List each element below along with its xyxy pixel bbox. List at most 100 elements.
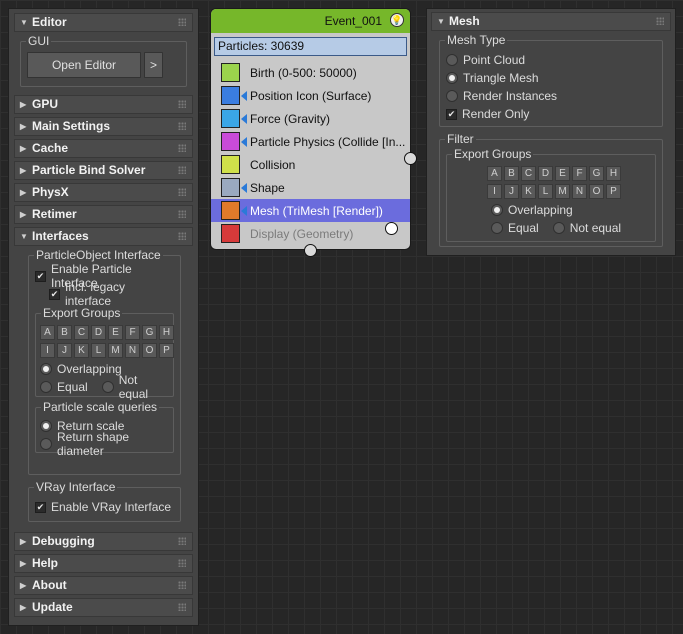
export-group-toggle[interactable]: A [40,325,55,340]
rollout-physx[interactable]: ▶ PhysX [14,183,193,202]
export-group-toggle[interactable]: O [142,343,157,358]
operator-force[interactable]: Force (Gravity) [211,107,410,130]
render-only-checkbox[interactable]: ✔ [446,108,457,120]
export-group-toggle[interactable]: L [538,184,553,199]
radio-label: Overlapping [57,362,122,376]
export-group-toggle[interactable]: B [504,166,519,181]
export-group-toggle[interactable]: P [159,343,174,358]
open-editor-button[interactable]: Open Editor [27,52,141,78]
rollout-list: ▶ GPU ▶ Main Settings ▶ Cache ▶ Particle Bind S… [14,95,193,224]
drag-grip-icon[interactable] [178,603,186,611]
export-group-toggle[interactable]: H [606,166,621,181]
drag-grip-icon[interactable] [178,537,186,545]
operator-display[interactable]: Display (Geometry) [211,222,410,245]
drag-grip-icon[interactable] [178,232,186,240]
drag-grip-icon[interactable] [656,17,664,25]
export-group-toggle[interactable]: A [487,166,502,181]
drag-grip-icon[interactable] [178,122,186,130]
operator-shape[interactable]: Shape [211,176,410,199]
rollout-particle-bind-solver[interactable]: ▶ Particle Bind Solver [14,161,193,180]
export-group-toggle[interactable]: K [74,343,89,358]
export-group-toggle[interactable]: J [57,343,72,358]
drag-grip-icon[interactable] [178,559,186,567]
rollout-about[interactable]: ▶ About [14,576,193,595]
legacy-interface-checkbox[interactable]: ✔ [49,288,60,300]
point-cloud-row[interactable]: Point Cloud [446,51,656,69]
triangle-mesh-row[interactable]: Triangle Mesh [446,69,656,87]
triangle-mesh-radio[interactable] [446,72,458,84]
overlapping-radio[interactable] [40,363,52,375]
rollout-update[interactable]: ▶ Update [14,598,193,617]
rollout-mesh[interactable]: ▼ Mesh [431,12,671,31]
export-group-toggle[interactable]: D [538,166,553,181]
export-group-toggle[interactable]: O [589,184,604,199]
render-only-row[interactable]: ✔ Render Only [446,105,656,123]
enable-vray-checkbox[interactable]: ✔ [35,501,46,513]
rollout-interfaces[interactable]: ▼ Interfaces [14,227,193,246]
return-shape-radio[interactable] [40,438,52,450]
rollout-gpu[interactable]: ▶ GPU [14,95,193,114]
drag-grip-icon[interactable] [178,144,186,152]
render-instances-row[interactable]: Render Instances [446,87,656,105]
equal-radio[interactable] [40,381,52,393]
overlapping-row[interactable]: Overlapping [451,201,651,219]
display-output-socket[interactable] [385,222,398,235]
export-group-toggle[interactable]: C [74,325,89,340]
operator-birth[interactable]: Birth (0-500: 50000) [211,61,410,84]
legacy-row[interactable]: ✔ Incl. legacy interface [35,280,174,308]
export-group-toggle[interactable]: M [108,343,123,358]
operator-particle-physics[interactable]: Particle Physics (Collide [In... [211,130,410,153]
rollout-debugging[interactable]: ▶ Debugging [14,532,193,551]
export-group-toggle[interactable]: G [142,325,157,340]
not-equal-radio[interactable] [552,222,565,234]
not-equal-radio[interactable] [101,381,114,393]
export-group-toggle[interactable]: L [91,343,106,358]
drag-grip-icon[interactable] [178,188,186,196]
export-group-toggle[interactable]: P [606,184,621,199]
enable-particle-checkbox[interactable]: ✔ [35,270,46,282]
position-icon-icon [221,86,240,105]
export-group-toggle[interactable]: N [572,184,587,199]
drag-grip-icon[interactable] [178,166,186,174]
rollout-editor[interactable]: ▼ Editor [14,13,193,32]
rollout-help[interactable]: ▶ Help [14,554,193,573]
export-group-toggle[interactable]: I [487,184,502,199]
return-scale-radio[interactable] [40,420,52,432]
export-group-toggle[interactable]: E [555,166,570,181]
rollout-main-settings[interactable]: ▶ Main Settings [14,117,193,136]
overlapping-radio[interactable] [491,204,503,216]
export-group-toggle[interactable]: N [125,343,140,358]
node-input-socket[interactable] [304,244,317,257]
operator-mesh[interactable]: Mesh (TriMesh [Render]) [211,199,410,222]
export-group-toggle[interactable]: M [555,184,570,199]
export-group-toggle[interactable]: B [57,325,72,340]
drag-grip-icon[interactable] [178,18,186,26]
export-group-toggle[interactable]: E [108,325,123,340]
export-group-toggle[interactable]: H [159,325,174,340]
export-group-toggle[interactable]: F [125,325,140,340]
point-cloud-radio[interactable] [446,54,458,66]
event-node[interactable]: Event_001 💡 Particles: 30639 Birth (0-50… [210,8,417,257]
rollout-cache[interactable]: ▶ Cache [14,139,193,158]
drag-grip-icon[interactable] [178,100,186,108]
render-instances-radio[interactable] [446,90,458,102]
drag-grip-icon[interactable] [178,581,186,589]
export-group-toggle[interactable]: D [91,325,106,340]
node-header[interactable]: Event_001 💡 [211,9,410,33]
rollout-retimer[interactable]: ▶ Retimer [14,205,193,224]
export-group-toggle[interactable]: J [504,184,519,199]
export-group-toggle[interactable]: F [572,166,587,181]
drag-grip-icon[interactable] [178,210,186,218]
export-group-toggle[interactable]: K [521,184,536,199]
return-shape-row[interactable]: Return shape diameter [40,430,169,458]
enable-vray-row[interactable]: ✔ Enable VRay Interface [35,498,174,516]
export-group-toggle[interactable]: G [589,166,604,181]
operator-collision[interactable]: Collision [211,153,410,176]
export-group-toggle[interactable]: C [521,166,536,181]
more-button[interactable]: > [144,52,163,78]
export-group-toggle[interactable]: I [40,343,55,358]
collision-output-socket[interactable] [404,152,417,165]
lightbulb-icon[interactable]: 💡 [390,13,404,27]
operator-position-icon[interactable]: Position Icon (Surface) [211,84,410,107]
equal-radio[interactable] [491,222,503,234]
